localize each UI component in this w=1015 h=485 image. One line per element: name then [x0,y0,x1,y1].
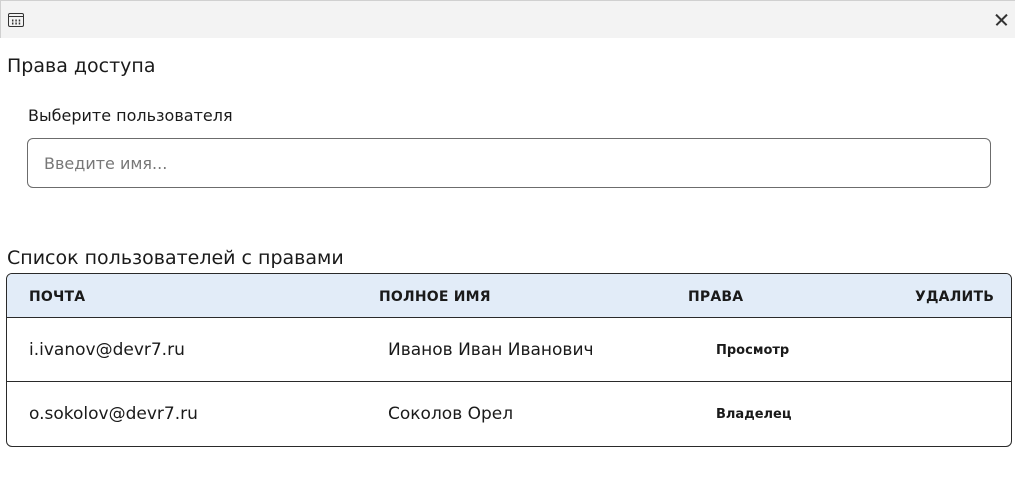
user-select-label: Выберите пользователя [28,106,233,125]
row-email: o.sokolov@devr7.ru [29,404,198,424]
users-list-title: Список пользователей с правами [7,247,344,269]
user-search-input[interactable] [27,138,991,188]
close-icon[interactable] [989,9,1013,31]
table-row[interactable]: o.sokolov@devr7.ru Соколов Орел Владелец [7,382,1011,446]
users-table: ПОЧТА ПОЛНОЕ ИМЯ ПРАВА УДАЛИТЬ i.ivanov@… [6,273,1012,447]
column-header-delete: УДАЛИТЬ [915,289,995,305]
row-full-name: Иванов Иван Иванович [388,340,594,360]
calendar-grid-icon [8,13,24,27]
row-full-name: Соколов Орел [388,404,514,424]
row-rights[interactable]: Владелец [716,407,792,422]
row-rights[interactable]: Просмотр [716,343,789,358]
table-header: ПОЧТА ПОЛНОЕ ИМЯ ПРАВА УДАЛИТЬ [7,274,1011,318]
column-header-full-name: ПОЛНОЕ ИМЯ [379,289,491,305]
title-bar [0,0,1015,38]
page-title: Права доступа [7,55,156,77]
row-email: i.ivanov@devr7.ru [29,340,185,360]
table-row[interactable]: i.ivanov@devr7.ru Иванов Иван Иванович П… [7,318,1011,382]
column-header-email: ПОЧТА [29,289,86,305]
column-header-rights: ПРАВА [688,289,744,305]
